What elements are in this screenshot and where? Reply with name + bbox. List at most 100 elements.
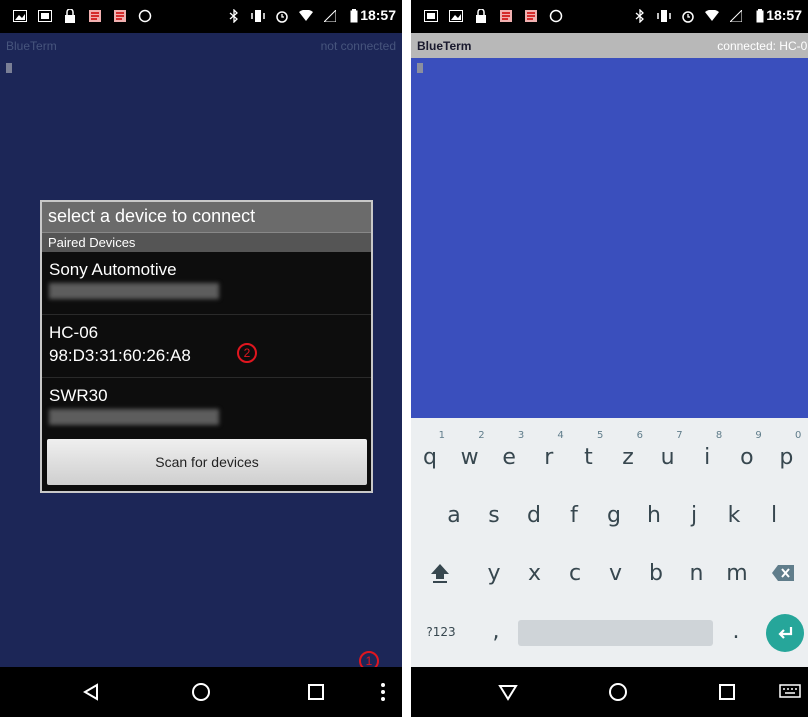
app-notification-icon [498, 8, 514, 24]
key-m[interactable]: m [720, 552, 754, 596]
key-label: i [704, 445, 711, 470]
period-key[interactable]: . [719, 610, 753, 654]
status-time: 18:57 [766, 7, 802, 23]
comma-key[interactable]: , [479, 610, 513, 654]
bluetooth-icon [226, 8, 242, 24]
key-r[interactable]: r4 [532, 430, 566, 480]
terminal-cursor [417, 63, 423, 73]
step-badge-2: 2 [237, 343, 257, 363]
sync-icon [548, 8, 564, 24]
key-hint: 9 [755, 430, 762, 441]
dialog-title: select a device to connect [42, 202, 371, 232]
notification-icons [12, 8, 153, 24]
key-q[interactable]: q1 [413, 430, 447, 480]
key-label: w [460, 445, 479, 470]
key-label: r [544, 445, 554, 470]
key-hint: 8 [715, 430, 723, 441]
key-b[interactable]: b [639, 552, 673, 596]
key-d[interactable]: d [517, 494, 551, 538]
app-title: BlueTerm [6, 39, 57, 53]
device-name: SWR30 [49, 386, 108, 405]
key-x[interactable]: x [518, 552, 552, 596]
device-item-sony-automotive[interactable]: Sony Automotive [42, 252, 371, 315]
back-down-icon[interactable] [495, 679, 521, 705]
status-bar: 18:57 [0, 0, 402, 33]
key-z[interactable]: z6 [611, 430, 645, 480]
signal-icon [322, 8, 338, 24]
scan-for-devices-button[interactable]: Scan for devices [47, 439, 367, 485]
keyboard-row-2: asdfghjkl [411, 494, 808, 544]
overflow-menu-icon[interactable] [370, 679, 396, 705]
device-address: 98:D3:31:60:26:A8 [49, 346, 191, 365]
alarm-icon [680, 8, 696, 24]
key-p[interactable]: p0 [769, 430, 803, 480]
keyboard-row-1: q1w2e3r4t5z6u7i8o9p0 [411, 430, 808, 486]
device-address-redacted [49, 409, 219, 425]
back-icon[interactable] [78, 679, 104, 705]
key-label: z [622, 445, 634, 470]
notification-icons [423, 8, 564, 24]
key-e[interactable]: e3 [492, 430, 526, 480]
key-hint: 7 [676, 430, 683, 441]
shift-icon[interactable] [423, 552, 457, 596]
system-icons [226, 8, 362, 24]
key-label: p [779, 445, 794, 470]
key-hint: 4 [557, 430, 564, 441]
key-o[interactable]: o9 [730, 430, 764, 480]
backspace-icon[interactable] [766, 552, 800, 596]
key-l[interactable]: l [757, 494, 791, 538]
enter-icon [778, 627, 793, 639]
sync-icon [137, 8, 153, 24]
terminal-cursor [6, 63, 12, 73]
device-select-dialog: select a device to connect Paired Device… [40, 200, 373, 493]
keyboard-row-3: yxcvbnm [411, 552, 808, 602]
left-phone-screen: 18:57 BlueTerm not connected select a de… [0, 0, 402, 717]
system-icons [632, 8, 768, 24]
key-i[interactable]: i8 [690, 430, 724, 480]
device-name: Sony Automotive [49, 260, 177, 279]
key-a[interactable]: a [437, 494, 471, 538]
key-c[interactable]: c [558, 552, 592, 596]
device-address-redacted [49, 283, 219, 299]
navigation-bar [0, 667, 402, 717]
key-v[interactable]: v [599, 552, 633, 596]
recents-icon[interactable] [303, 679, 329, 705]
soft-keyboard: q1w2e3r4t5z6u7i8o9p0 asdfghjkl yxcvbnm ?… [411, 418, 808, 667]
key-n[interactable]: n [680, 552, 714, 596]
enter-key[interactable] [766, 614, 804, 652]
key-hint: 3 [517, 430, 525, 441]
wifi-icon [704, 8, 720, 24]
lock-icon [62, 8, 78, 24]
key-hint: 0 [795, 430, 802, 441]
key-w[interactable]: w2 [453, 430, 487, 480]
navigation-bar [411, 667, 808, 717]
space-bar[interactable] [518, 620, 713, 646]
key-f[interactable]: f [557, 494, 591, 538]
key-s[interactable]: s [477, 494, 511, 538]
key-hint: 5 [597, 430, 604, 441]
wifi-icon [298, 8, 314, 24]
key-j[interactable]: j [677, 494, 711, 538]
device-item-swr30[interactable]: SWR30 [42, 378, 371, 441]
key-hint: 1 [438, 430, 445, 441]
home-icon[interactable] [188, 679, 214, 705]
key-u[interactable]: u7 [651, 430, 685, 480]
key-label: t [584, 445, 593, 470]
symbols-key[interactable]: ?123 [419, 610, 463, 654]
keyboard-icon[interactable] [777, 679, 803, 705]
key-y[interactable]: y [477, 552, 511, 596]
lock-icon [473, 8, 489, 24]
recents-icon[interactable] [714, 679, 740, 705]
key-k[interactable]: k [717, 494, 751, 538]
vibrate-icon [656, 8, 672, 24]
app-title-bar: BlueTerm connected: HC-06 [411, 33, 808, 58]
key-t[interactable]: t5 [571, 430, 605, 480]
home-icon[interactable] [605, 679, 631, 705]
key-g[interactable]: g [597, 494, 631, 538]
key-label: e [502, 445, 516, 470]
key-h[interactable]: h [637, 494, 671, 538]
image-icon [12, 8, 28, 24]
image-icon [448, 8, 464, 24]
app-notification-icon [87, 8, 103, 24]
device-item-hc-06[interactable]: HC-06 98:D3:31:60:26:A8 2 [42, 315, 371, 378]
